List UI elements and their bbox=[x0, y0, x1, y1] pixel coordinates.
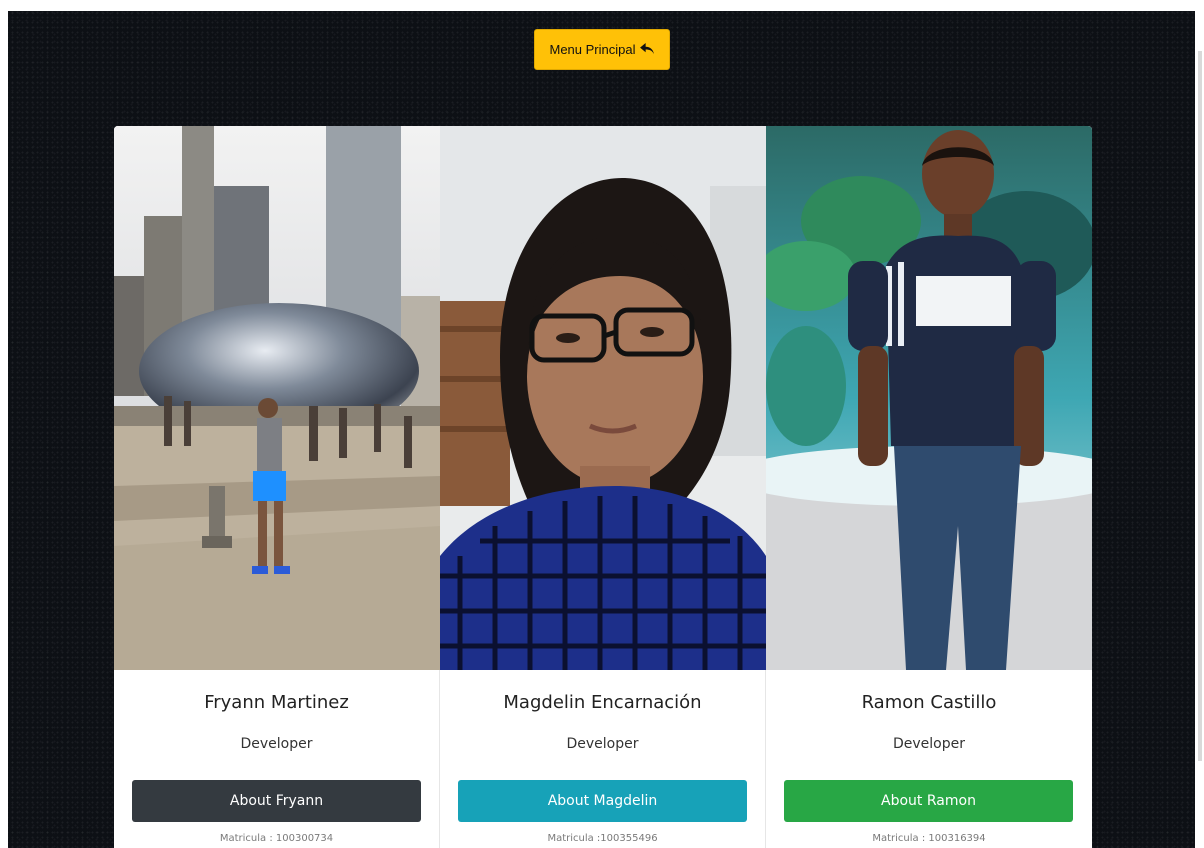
team-card-fryann: Fryann Martinez Developer About Fryann M… bbox=[114, 126, 440, 848]
member-matricula: Matricula : 100300734 bbox=[219, 833, 334, 844]
about-fryann-button[interactable]: About Fryann bbox=[132, 780, 421, 822]
team-card-magdelin: Magdelin Encarnación Developer About Mag… bbox=[440, 126, 766, 848]
member-name: Fryann Martinez bbox=[204, 692, 349, 713]
about-ramon-button[interactable]: About Ramon bbox=[784, 780, 1073, 822]
member-role: Developer bbox=[566, 736, 639, 752]
menu-principal-label: Menu Principal bbox=[549, 42, 636, 57]
member-name: Magdelin Encarnación bbox=[503, 692, 702, 713]
menu-principal-button[interactable]: Menu Principal bbox=[534, 29, 670, 70]
team-card-deck: Fryann Martinez Developer About Fryann M… bbox=[114, 126, 1092, 848]
team-card-ramon: Ramon Castillo Developer About Ramon Mat… bbox=[766, 126, 1092, 848]
scrollbar-thumb[interactable] bbox=[1198, 51, 1202, 761]
member-matricula: Matricula :100355496 bbox=[547, 833, 658, 844]
window-left-strip bbox=[0, 0, 8, 848]
profile-photo-ramon bbox=[766, 126, 1092, 670]
profile-photo-magdelin bbox=[440, 126, 766, 670]
profile-photo-fryann bbox=[114, 126, 440, 670]
member-name: Ramon Castillo bbox=[861, 692, 997, 713]
member-matricula: Matricula : 100316394 bbox=[872, 833, 986, 844]
member-role: Developer bbox=[240, 736, 313, 752]
reply-arrow-icon bbox=[639, 43, 654, 55]
member-role: Developer bbox=[892, 736, 965, 752]
about-magdelin-button[interactable]: About Magdelin bbox=[458, 780, 747, 822]
scrollbar[interactable] bbox=[1195, 11, 1204, 848]
window-top-strip bbox=[0, 0, 1204, 11]
